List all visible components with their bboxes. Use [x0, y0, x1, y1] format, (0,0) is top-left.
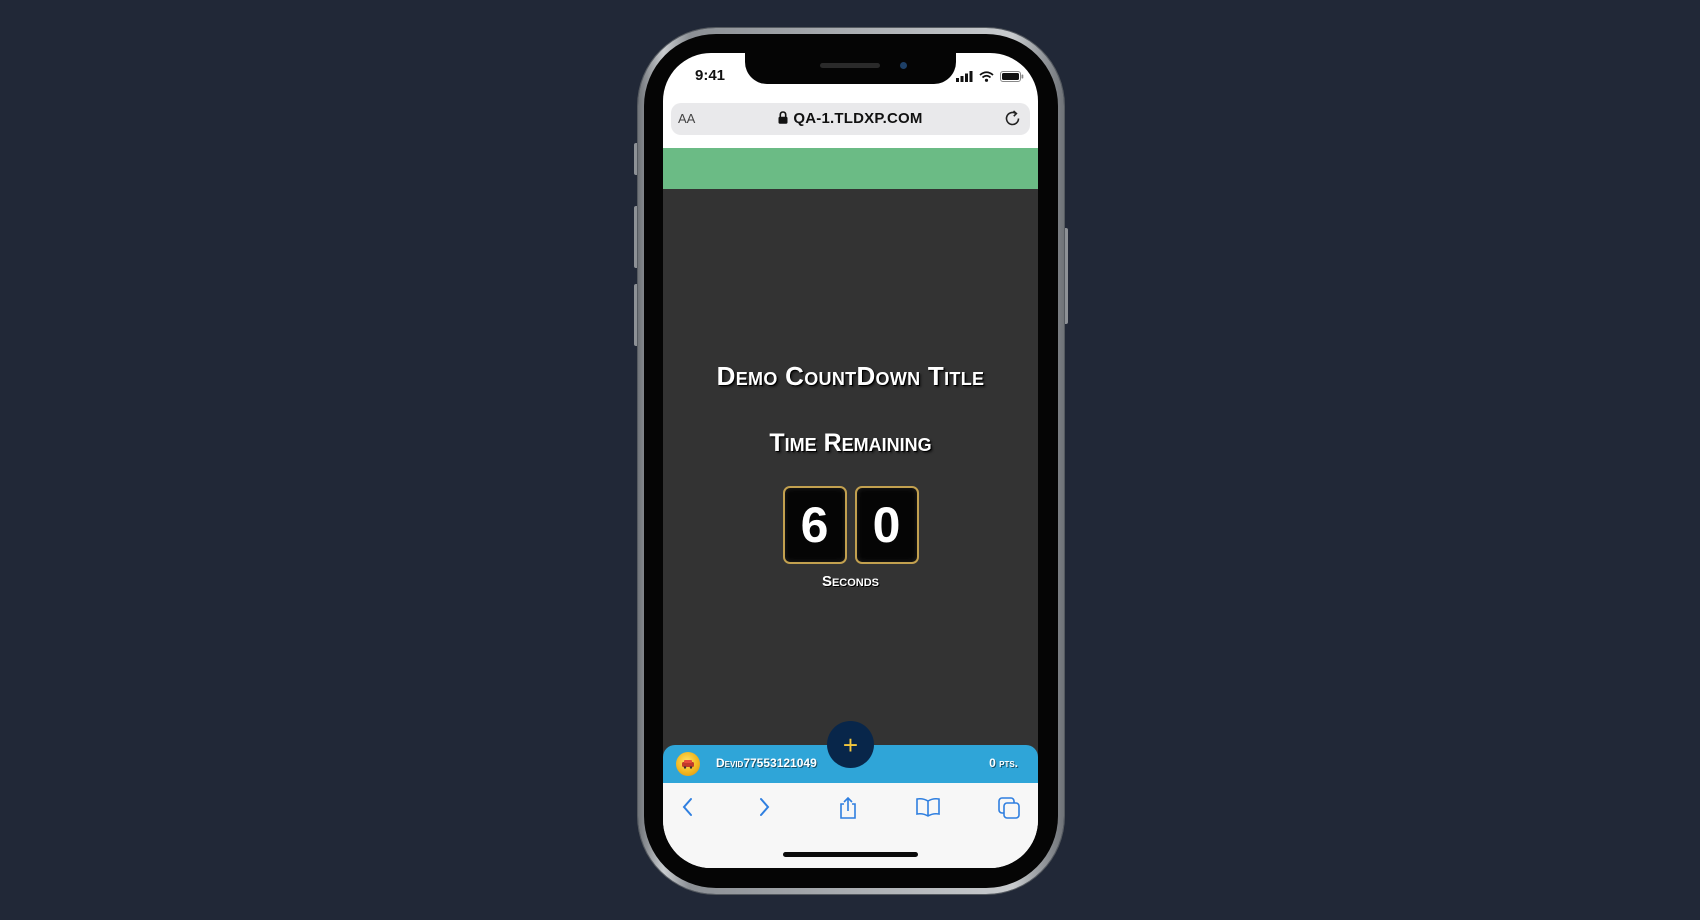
home-indicator[interactable]: [783, 852, 918, 857]
notch: [745, 53, 956, 84]
lock-icon: [778, 110, 788, 128]
digit-ones: 0: [854, 486, 919, 564]
username: Devid77553121049: [716, 756, 817, 770]
avatar[interactable]: [676, 752, 700, 776]
url-text: QA-1.TLDXP.COM: [793, 110, 923, 127]
phone-screen: 9:41 AA QA-1.TLDXP.COM Demo CountDown Ti…: [663, 53, 1038, 868]
page-backdrop: 9:41 AA QA-1.TLDXP.COM Demo CountDown Ti…: [0, 0, 1700, 920]
status-time: 9:41: [695, 67, 726, 84]
battery-icon: [1000, 69, 1024, 87]
status-icons: [956, 69, 1024, 87]
back-icon[interactable]: [679, 796, 697, 823]
countdown-panel: Demo CountDown Title Time Remaining 6 0 …: [663, 189, 1038, 798]
digit-tens: 6: [782, 486, 847, 564]
points-badge: 0 pts.: [989, 756, 1018, 770]
top-banner: [663, 148, 1038, 189]
share-icon[interactable]: [837, 796, 859, 825]
countdown-digits: 6 0: [663, 486, 1038, 564]
speaker: [820, 63, 880, 68]
countdown-title: Demo CountDown Title: [716, 361, 985, 391]
signal-icon: [956, 69, 973, 87]
camera: [900, 62, 907, 69]
forward-icon[interactable]: [755, 796, 773, 823]
tabs-icon[interactable]: [997, 796, 1021, 825]
countdown-unit-label: Seconds: [821, 573, 880, 590]
add-button[interactable]: +: [827, 721, 874, 768]
countdown-subtitle: Time Remaining: [769, 429, 932, 457]
url-display[interactable]: QA-1.TLDXP.COM: [671, 110, 1030, 128]
bookmarks-icon[interactable]: [915, 796, 941, 823]
wifi-icon: [979, 69, 994, 87]
reload-icon[interactable]: [1003, 109, 1022, 133]
address-bar[interactable]: AA QA-1.TLDXP.COM: [671, 103, 1030, 135]
